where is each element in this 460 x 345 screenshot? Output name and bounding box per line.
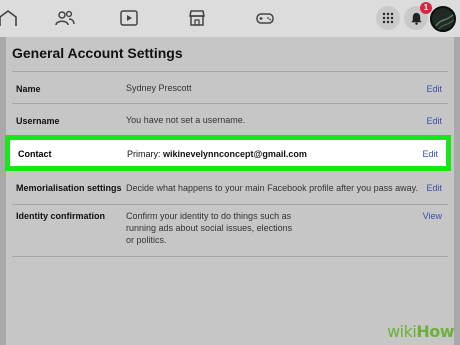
row-value: Decide what happens to your main Faceboo…	[126, 183, 418, 193]
notifications-button[interactable]: 1	[404, 2, 432, 30]
edit-memorialisation-link[interactable]: Edit	[426, 183, 442, 193]
edit-contact-link[interactable]: Edit	[422, 149, 438, 159]
watermark-wiki: wiki	[387, 322, 417, 341]
grid-icon	[382, 12, 394, 24]
marketplace-icon[interactable]	[186, 7, 208, 29]
watch-icon[interactable]	[118, 7, 140, 29]
avatar[interactable]	[430, 6, 456, 32]
row-value: Sydney Prescott	[126, 83, 192, 93]
row-label: Identity confirmation	[16, 211, 106, 221]
contact-email: wikinevelynnconcept@gmail.com	[163, 149, 307, 159]
wikihow-watermark: wikiHow	[387, 322, 454, 341]
settings-panel: General Account Settings Name Sydney Pre…	[5, 37, 454, 345]
notification-badge: 1	[420, 2, 432, 14]
row-label: Contact	[18, 149, 52, 159]
edit-name-link[interactable]: Edit	[426, 84, 442, 94]
settings-row-contact[interactable]: Contact Primary: wikinevelynnconcept@gma…	[5, 135, 451, 171]
row-label: Username	[16, 116, 60, 126]
row-value: Confirm your identity to do things such …	[126, 211, 293, 245]
right-gutter	[454, 37, 460, 345]
settings-row-identity[interactable]: Identity confirmation Confirm your ident…	[12, 204, 448, 256]
menu-grid-button[interactable]	[376, 6, 400, 30]
contact-prefix: Primary:	[127, 149, 161, 159]
top-navigation-bar: 1	[0, 0, 460, 37]
settings-row-memorialisation[interactable]: Memorialisation settings Decide what hap…	[12, 172, 448, 204]
view-identity-link[interactable]: View	[423, 211, 442, 221]
page-title: General Account Settings	[12, 45, 183, 61]
row-label: Memorialisation settings	[16, 183, 122, 193]
gaming-icon[interactable]	[254, 7, 276, 29]
edit-username-link[interactable]: Edit	[426, 116, 442, 126]
row-value: You have not set a username.	[126, 115, 246, 125]
settings-row-username[interactable]: Username You have not set a username. Ed…	[12, 103, 448, 135]
settings-row-name[interactable]: Name Sydney Prescott Edit	[12, 71, 448, 103]
divider	[12, 256, 448, 257]
friends-icon[interactable]	[54, 7, 76, 29]
row-label: Name	[16, 84, 41, 94]
row-value: Primary: wikinevelynnconcept@gmail.com	[127, 149, 307, 159]
bell-icon	[410, 12, 422, 25]
watermark-how: How	[416, 322, 454, 341]
home-icon[interactable]	[0, 7, 19, 29]
